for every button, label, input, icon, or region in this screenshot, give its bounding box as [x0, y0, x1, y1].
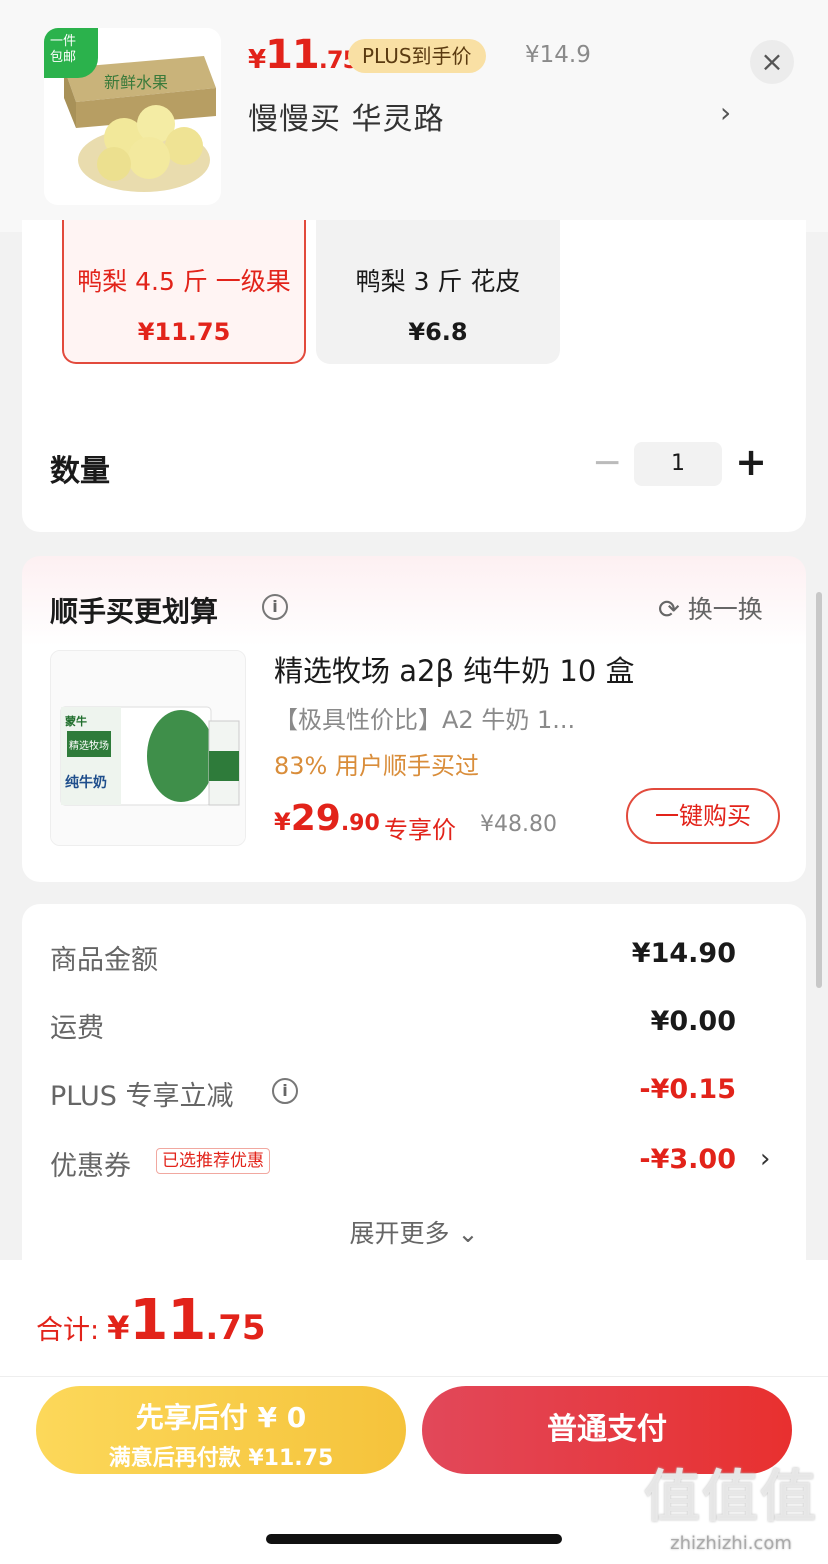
badge-line1: 一件: [50, 34, 77, 49]
variant-option-selected[interactable]: 鸭梨 4.5 斤 一级果 ¥11.75: [62, 220, 306, 364]
swap-label: 换一换: [687, 595, 763, 624]
coupon-recommended-tag: 已选推荐优惠: [156, 1148, 270, 1174]
bundle-price: ¥29.90: [274, 798, 380, 839]
image-sub: 纯牛奶: [65, 774, 107, 791]
badge-line2: 包邮: [50, 50, 77, 65]
bundle-title: 顺手买更划算: [50, 595, 219, 628]
quantity-increase-button[interactable]: +: [734, 440, 768, 484]
total-label: 合计:: [36, 1315, 100, 1346]
one-click-buy-button[interactable]: 一键购买: [626, 788, 780, 844]
total-price: 合计: ¥11.75: [36, 1288, 266, 1353]
variant-name: 鸭梨 4.5 斤 一级果: [77, 267, 291, 296]
exclusive-price-label: 专享价: [384, 816, 456, 844]
refresh-icon: ⟳: [658, 595, 680, 625]
original-price: ¥14.9: [525, 42, 591, 68]
total-integer: 11: [129, 1288, 206, 1353]
price-symbol: ¥: [274, 808, 291, 836]
bundle-product-desc: 【极具性价比】A2 牛奶 1...: [274, 706, 576, 734]
quantity-input[interactable]: 1: [634, 442, 722, 486]
quantity-label: 数量: [50, 454, 110, 489]
expand-more-button[interactable]: 展开更多 ⌄: [22, 1214, 806, 1250]
price-decimal: .90: [340, 811, 380, 836]
image-text: 精选牧场: [69, 739, 109, 752]
info-icon[interactable]: i: [272, 1078, 298, 1104]
summary-label-coupon: 优惠券: [50, 1151, 131, 1182]
plus-price-tag: PLUS到手价: [348, 39, 486, 73]
chevron-right-icon[interactable]: ›: [760, 1144, 770, 1174]
product-header: 新鲜水果 一件 包邮 ¥11.75 PLUS到手价 ¥14.9 × 慢慢买 华灵…: [0, 0, 828, 232]
close-button[interactable]: ×: [750, 40, 794, 84]
variant-quantity-card: 鸭梨 4.5 斤 一级果 ¥11.75 鸭梨 3 斤 花皮 ¥6.8 数量 − …: [22, 220, 806, 532]
summary-value-subtotal: ¥14.90: [631, 938, 736, 969]
milk-box-illustration: 蒙牛 精选牧场 纯牛奶: [51, 651, 245, 845]
chevron-right-icon[interactable]: ›: [720, 96, 731, 129]
quantity-decrease-button[interactable]: −: [592, 442, 622, 483]
summary-value-plus-discount: -¥0.15: [639, 1074, 736, 1105]
home-indicator[interactable]: [266, 1534, 562, 1544]
watermark-logo: 值值值: [644, 1465, 818, 1530]
summary-label-subtotal: 商品金额: [50, 945, 158, 976]
watermark-url: zhizhizhi.com: [670, 1533, 792, 1554]
pay-later-line2: 满意后再付款 ¥11.75: [108, 1446, 334, 1471]
price-summary-card: 商品金额 ¥14.90 运费 ¥0.00 PLUS 专享立减 i -¥0.15 …: [22, 904, 806, 1304]
summary-value-shipping: ¥0.00: [650, 1006, 736, 1037]
total-symbol: ¥: [107, 1309, 130, 1347]
store-address[interactable]: 慢慢买 华灵路: [248, 94, 445, 138]
price-integer: 29: [290, 798, 341, 839]
divider: [0, 1376, 828, 1377]
bundle-card: 顺手买更划算 i ⟳ 换一换 蒙牛 精选牧场 纯牛奶 精选牧场 a2β 纯牛奶 1…: [22, 556, 806, 882]
bundle-original-price: ¥48.80: [480, 812, 557, 837]
pay-later-button[interactable]: 先享后付 ¥ 0 满意后再付款 ¥11.75: [36, 1386, 406, 1474]
variant-price: ¥11.75: [137, 318, 231, 346]
milk-product-image[interactable]: 蒙牛 精选牧场 纯牛奶: [50, 650, 246, 846]
variant-name: 鸭梨 3 斤 花皮: [355, 267, 521, 296]
summary-label-shipping: 运费: [50, 1013, 104, 1044]
price-integer: 11: [265, 32, 320, 78]
free-shipping-badge: 一件 包邮: [44, 28, 98, 78]
variant-option[interactable]: 鸭梨 3 斤 花皮 ¥6.8: [316, 220, 560, 364]
product-thumbnail: 新鲜水果 一件 包邮: [44, 28, 221, 205]
total-decimal: .75: [205, 1308, 266, 1348]
watermark: 值值值 zhizhizhi.com: [644, 1452, 818, 1554]
pay-later-line1: 先享后付 ¥ 0: [135, 1401, 307, 1434]
image-brand: 蒙牛: [65, 714, 87, 728]
summary-value-coupon[interactable]: -¥3.00: [639, 1144, 736, 1175]
bundle-product-name[interactable]: 精选牧场 a2β 纯牛奶 10 盒: [274, 648, 635, 690]
svg-text:新鲜水果: 新鲜水果: [104, 73, 168, 92]
variant-price: ¥6.8: [408, 318, 468, 346]
summary-label-plus-discount: PLUS 专享立减: [50, 1081, 234, 1112]
price-symbol: ¥: [248, 45, 266, 75]
swap-button[interactable]: ⟳ 换一换: [658, 590, 763, 626]
header-price: ¥11.75: [248, 32, 359, 78]
checkout-bar: 合计: ¥11.75 先享后付 ¥ 0 满意后再付款 ¥11.75 普通支付 值值…: [0, 1260, 828, 1564]
bundle-bought-stat: 83% 用户顺手买过: [274, 752, 479, 780]
scrollbar[interactable]: [816, 592, 822, 988]
info-icon[interactable]: i: [262, 594, 288, 620]
